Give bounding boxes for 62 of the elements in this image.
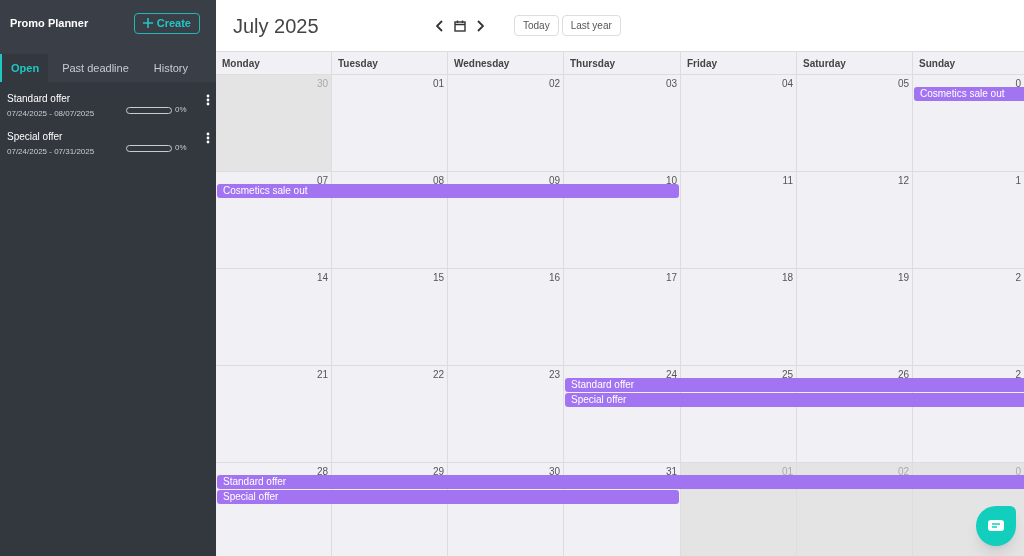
app-title: Promo Planner [10,15,89,31]
create-button[interactable]: Create [133,12,200,34]
day-number: 08 [432,174,444,185]
day-number: 02 [897,465,909,476]
day-number: 2 [1015,368,1021,379]
progress-percent: 0% [175,104,187,116]
day-number: 17 [665,271,677,282]
weekday-header: Tuesday [332,52,448,74]
day-number: 09 [548,174,560,185]
day-number: 29 [432,465,444,476]
day-number: 02 [548,77,560,88]
tab[interactable]: Past deadline [53,54,138,82]
nav-button[interactable]: Last year [561,15,621,36]
day-number: 31 [665,465,677,476]
promotion-dates: 07/24/2025 - 07/31/2025 [7,146,96,158]
chevron-left-icon[interactable] [436,19,444,32]
promotion-name[interactable]: Special offer [7,130,125,144]
weekday-header: Monday [216,52,332,74]
day-number: 01 [432,77,444,88]
weekday-header: Sunday [918,56,957,71]
weekday-header: Thursday [564,52,681,74]
day-number: 01 [781,465,793,476]
tab[interactable]: History [144,54,198,82]
weekday-header: Wednesday [448,52,564,74]
day-number: 21 [316,368,328,379]
day-number: 22 [432,368,444,379]
day-number: 18 [781,271,793,282]
progress-percent: 0% [175,142,187,154]
day-number: 04 [781,77,793,88]
more-vertical-icon[interactable] [206,94,210,106]
month-title: July 2025 [233,13,320,39]
more-vertical-icon[interactable] [206,132,210,144]
day-number: 03 [665,77,677,88]
chat-icon [988,520,1004,532]
day-number: 10 [665,174,677,185]
day-number: 24 [665,368,677,379]
weekday-header: Friday [681,52,797,74]
day-number: 05 [897,77,909,88]
day-number: 11 [782,174,793,185]
day-number: 0 [1015,77,1021,88]
day-number: 16 [548,271,560,282]
day-number: 30 [316,77,328,88]
day-number: 07 [316,174,328,185]
chevron-right-icon[interactable] [476,19,484,32]
day-number: 30 [548,465,560,476]
nav-button[interactable]: Today [514,15,559,36]
day-number: 1 [1015,174,1021,185]
day-number: 19 [897,271,909,282]
day-number: 15 [432,271,444,282]
tab[interactable]: Open [0,54,49,82]
day-number: 28 [316,465,328,476]
day-number: 25 [781,368,793,379]
promotion-dates: 07/24/2025 - 08/07/2025 [7,108,96,120]
weekday-header: Saturday [797,52,913,74]
day-number: 12 [897,174,909,185]
calendar-icon[interactable] [454,19,466,32]
day-number: 14 [316,271,328,282]
day-number: 2 [1015,271,1021,282]
day-number: 26 [897,368,909,379]
day-number: 23 [548,368,560,379]
promotion-name[interactable]: Standard offer [7,92,125,106]
plus-icon [142,18,153,28]
